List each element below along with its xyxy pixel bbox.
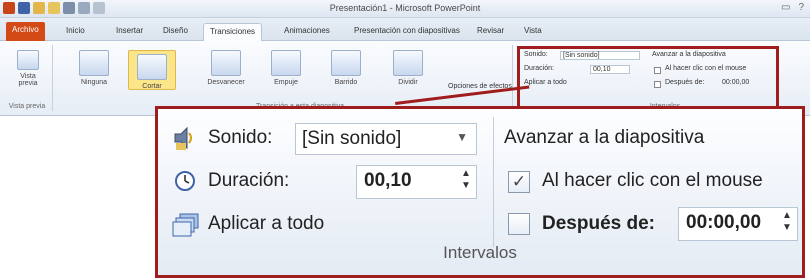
avanzar-label: Avanzar a la diapositiva — [504, 127, 705, 148]
preview-label-1: Vista — [20, 73, 36, 80]
transition-label: Desvanecer — [207, 79, 245, 86]
despues-de-label: Después de: — [542, 213, 655, 234]
despues-de-spinner[interactable]: 00:00,00 ▲ ▼ — [678, 207, 798, 241]
tab-vista[interactable]: Vista — [518, 23, 548, 41]
tab-presentacion[interactable]: Presentación con diapositivas — [348, 23, 466, 41]
tab-diseno[interactable]: Diseño — [157, 23, 194, 41]
sonido-label: Sonido: — [208, 127, 273, 148]
spinner-arrows-icon[interactable]: ▲ ▼ — [461, 168, 471, 192]
transition-fade-icon — [211, 50, 241, 76]
transition-label: Empuje — [274, 79, 298, 86]
transition-wipe-icon — [331, 50, 361, 76]
apply-all-icon — [172, 213, 199, 237]
ribbon-tabs: Archivo Inicio Insertar Diseño Transicio… — [0, 18, 810, 41]
group-label-intervalos: Intervalos — [443, 243, 517, 262]
tab-insertar[interactable]: Insertar — [110, 23, 149, 41]
duracion-label: Duración: — [208, 170, 290, 191]
intervalos-zoom-panel: Sonido: [Sin sonido] ▼ Duración: 00,10 ▲… — [155, 106, 805, 278]
transition-barrido[interactable]: Barrido — [322, 50, 370, 86]
help-icon[interactable]: ? — [798, 2, 804, 13]
despues-value: 00:00,00 — [686, 212, 762, 233]
transition-ninguna[interactable]: Ninguna — [70, 50, 118, 86]
transition-empuje[interactable]: Empuje — [262, 50, 310, 86]
transition-split-icon — [393, 50, 423, 76]
sound-icon — [174, 126, 192, 150]
al-hacer-clic-label: Al hacer clic con el mouse — [542, 170, 763, 191]
transition-cut-icon — [137, 54, 167, 80]
sonido-value: [Sin sonido] — [302, 128, 402, 149]
group-label-preview: Vista previa — [8, 103, 46, 110]
transition-none-icon — [79, 50, 109, 76]
minimize-ribbon-icon[interactable]: ▭ — [781, 2, 790, 13]
highlight-box — [517, 46, 779, 112]
dropdown-arrow-icon[interactable]: ▼ — [456, 130, 468, 144]
aplicar-a-todo-button[interactable]: Aplicar a todo — [208, 213, 324, 235]
tab-transiciones[interactable]: Transiciones — [203, 23, 263, 41]
divider — [512, 45, 513, 111]
tab-revisar[interactable]: Revisar — [471, 23, 510, 41]
tab-archivo[interactable]: Archivo — [6, 22, 45, 41]
duracion-value: 00,10 — [364, 170, 412, 191]
transition-label: Dividir — [398, 79, 418, 86]
preview-button[interactable]: Vista previa — [8, 50, 48, 87]
despues-de-checkbox[interactable] — [508, 213, 530, 235]
transition-label: Barrido — [334, 79, 358, 86]
transition-push-icon — [271, 50, 301, 76]
title-bar: Presentación1 - Microsoft PowerPoint ▭ ? — [0, 0, 810, 18]
preview-icon — [17, 50, 39, 70]
divider — [493, 117, 494, 247]
al-hacer-clic-checkbox[interactable]: ✓ — [508, 171, 530, 193]
sonido-dropdown[interactable]: [Sin sonido] ▼ — [295, 123, 477, 155]
transition-desvanecer[interactable]: Desvanecer — [202, 50, 250, 86]
tab-inicio[interactable]: Inicio — [60, 23, 91, 41]
window-controls: ▭ ? — [781, 2, 804, 13]
duracion-spinner[interactable]: 00,10 ▲ ▼ — [356, 165, 477, 199]
clock-icon — [175, 171, 195, 191]
transition-cortar[interactable]: Cortar — [128, 50, 176, 90]
preview-label-2: previa — [18, 80, 38, 87]
divider — [52, 45, 53, 111]
spinner-arrows-icon[interactable]: ▲ ▼ — [782, 210, 792, 234]
transition-label: Ninguna — [80, 79, 108, 86]
transition-dividir[interactable]: Dividir — [384, 50, 432, 86]
tab-animaciones[interactable]: Animaciones — [278, 23, 336, 41]
window-title: Presentación1 - Microsoft PowerPoint — [329, 3, 481, 13]
transition-label: Cortar — [142, 83, 162, 90]
